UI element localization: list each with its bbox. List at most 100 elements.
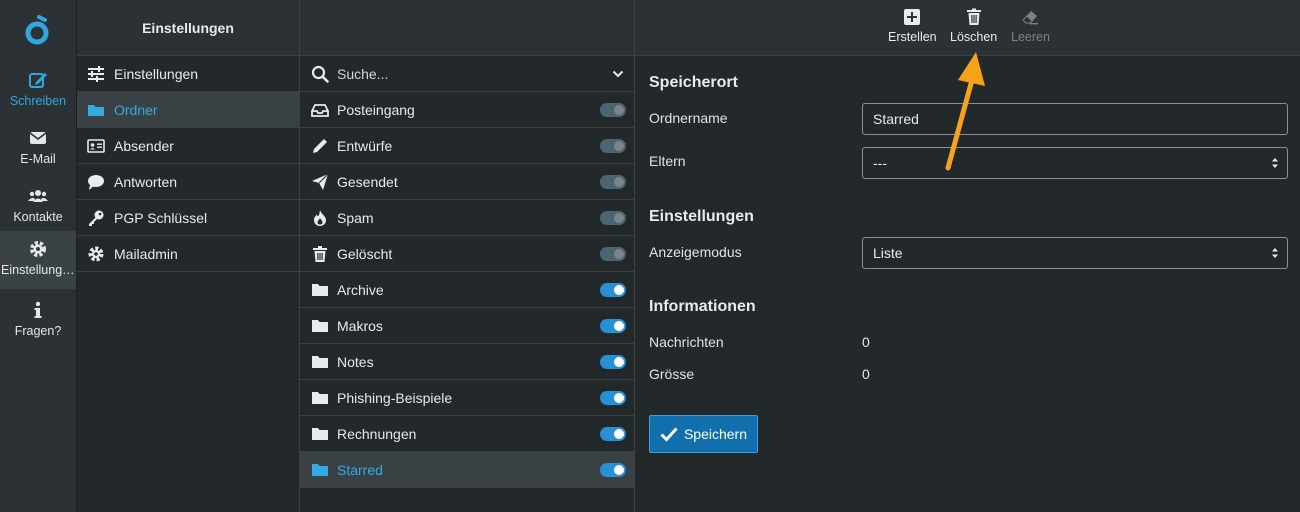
folder-label: Starred [337,461,383,478]
folder-icon [312,283,328,296]
key-icon [89,210,104,226]
subscribe-toggle[interactable] [600,282,626,297]
nav-item-compose[interactable]: Schreiben [0,62,76,118]
plus-square-icon [904,9,921,25]
speech-bubble-icon [88,174,104,190]
nav-item-email[interactable]: E-Mail [0,120,76,176]
folder-item-archive[interactable]: Archive [300,272,634,308]
settings-item-label: Ordner [114,101,158,118]
save-button[interactable]: Speichern [649,415,758,453]
search-input[interactable] [337,65,597,82]
subscribe-toggle[interactable] [600,426,626,441]
envelope-icon [29,132,47,144]
view-mode-select-value: Liste [873,245,903,261]
folder-item-inbox[interactable]: Posteingang [300,92,634,128]
settings-item-label: Antworten [114,173,178,190]
folder-label: Phishing-Beispiele [337,389,453,406]
folder-item-trash[interactable]: Gelöscht [300,236,634,272]
subscribe-toggle[interactable] [600,174,626,189]
folder-list-header [300,0,634,56]
folder-label: Gelöscht [337,245,393,262]
empty-button[interactable]: Leeren [1011,8,1050,44]
info-icon [34,301,42,318]
folder-item-spam[interactable]: Spam [300,200,634,236]
select-arrows-icon [1272,158,1278,168]
settings-item-general[interactable]: Einstellungen [77,56,299,92]
folder-icon [312,391,328,404]
subscribe-toggle[interactable] [600,354,626,369]
settings-title: Einstellungen [77,0,299,56]
folder-label: Entwürfe [337,137,393,154]
subscribe-toggle[interactable] [600,390,626,405]
create-button[interactable]: Erstellen [888,8,937,44]
folder-item-macros[interactable]: Makros [300,308,634,344]
app-logo-icon[interactable] [22,14,52,46]
folder-item-notes[interactable]: Notes [300,344,634,380]
settings-item-label: Absender [114,137,174,154]
folder-icon [312,355,328,368]
subscribe-toggle[interactable] [600,138,626,153]
view-mode-label: Anzeigemodus [649,244,742,260]
subscribe-toggle[interactable] [600,462,626,477]
folder-item-starred[interactable]: Starred [300,452,634,488]
folder-label: Rechnungen [337,425,417,442]
trash-icon [966,8,981,25]
location-section-title: Speicherort [649,74,738,91]
size-value: 0 [862,366,870,382]
folder-item-invoices[interactable]: Rechnungen [300,416,634,452]
nav-rail: Schreiben E-Mail Kontakte Einstellungen [0,0,77,512]
gear-icon [88,246,104,261]
folder-search [300,56,634,92]
empty-label: Leeren [1011,30,1050,44]
folder-icon [88,104,104,116]
save-label: Speichern [683,426,748,442]
settings-item-mailadmin[interactable]: Mailadmin [77,236,299,272]
subscribe-toggle[interactable] [600,246,626,261]
folder-name-input[interactable] [862,103,1288,135]
settings-item-label: Mailadmin [114,245,178,262]
info-section-title: Informationen [649,298,756,315]
nav-item-label: Schreiben [9,94,67,108]
annotation-arrow-icon [945,52,985,171]
search-icon [311,65,329,83]
nav-item-contacts[interactable]: Kontakte [0,178,76,234]
view-mode-select[interactable]: Liste [862,237,1288,269]
fire-icon [314,209,326,226]
sliders-icon [88,65,104,82]
compose-icon [29,73,47,88]
folder-label: Gesendet [337,173,398,190]
parent-select-value: --- [873,155,887,171]
id-card-icon [87,138,105,153]
messages-label: Nachrichten [649,334,724,350]
folder-icon [312,463,328,476]
settings-item-replies[interactable]: Antworten [77,164,299,200]
eraser-icon [1022,11,1039,25]
inbox-icon [311,103,329,117]
settings-item-pgp-keys[interactable]: PGP Schlüssel [77,200,299,236]
folder-item-sent[interactable]: Gesendet [300,164,634,200]
folder-list-panel: Posteingang Entwürfe Gesendet Spam [300,0,635,512]
folder-name-label: Ordnername [649,110,728,126]
subscribe-toggle[interactable] [600,102,626,117]
parent-select[interactable]: --- [862,147,1288,179]
select-arrows-icon [1272,248,1278,258]
paper-plane-icon [312,173,329,190]
folder-icon [312,319,328,332]
subscribe-toggle[interactable] [600,210,626,225]
users-icon [28,190,48,202]
nav-item-label: Kontakte [13,210,63,224]
settings-item-folders[interactable]: Ordner [77,92,299,128]
subscribe-toggle[interactable] [600,318,626,333]
delete-button[interactable]: Löschen [950,8,997,44]
checkmark-icon [660,427,678,442]
folder-item-phishing[interactable]: Phishing-Beispiele [300,380,634,416]
settings-section-title: Einstellungen [649,208,754,225]
nav-item-label: E-Mail [20,152,56,166]
folder-label: Archive [337,281,384,298]
folder-item-drafts[interactable]: Entwürfe [300,128,634,164]
nav-item-help[interactable]: Fragen? [0,292,76,348]
chevron-down-icon[interactable] [612,68,624,80]
settings-item-senders[interactable]: Absender [77,128,299,164]
settings-menu: Einstellungen Einstellungen Ordner Absen… [77,0,300,512]
nav-item-settings[interactable]: Einstellungen [0,231,76,289]
